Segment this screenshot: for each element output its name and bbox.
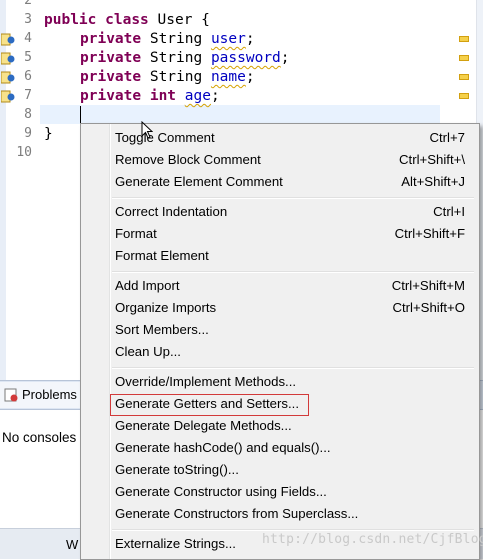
overview-warning-marker[interactable] (459, 55, 469, 61)
menu-item-add-import[interactable]: Add Import Ctrl+Shift+M (81, 275, 479, 297)
text-caret (80, 106, 81, 123)
menu-item-generate-getters-setters[interactable]: Generate Getters and Setters... (81, 393, 479, 415)
menu-item-label: Format (115, 226, 157, 241)
line-number: 8 (24, 107, 32, 122)
status-text: W (66, 537, 79, 552)
tab-problems-label: Problems (22, 387, 77, 402)
overview-warning-marker[interactable] (459, 74, 469, 80)
type-name: String (141, 31, 211, 47)
code-line-field: private int age; (80, 87, 220, 106)
keyword: int (149, 88, 177, 104)
line-number: 3 (24, 12, 32, 27)
type-name: String (141, 69, 211, 85)
menu-item-generate-delegate-methods[interactable]: Generate Delegate Methods... (81, 415, 479, 437)
menu-item-organize-imports[interactable]: Organize Imports Ctrl+Shift+O (81, 297, 479, 319)
menu-item-shortcut: Ctrl+Shift+F (394, 226, 465, 241)
keyword: private (80, 69, 142, 85)
menu-item-label: Generate hashCode() and equals()... (115, 440, 331, 455)
menu-item-shortcut: Ctrl+7 (429, 130, 465, 145)
type-name: String (141, 50, 211, 66)
warning-marker-icon[interactable] (1, 71, 15, 84)
warning-marker-icon[interactable] (1, 33, 15, 46)
menu-item-format[interactable]: Format Ctrl+Shift+F (81, 223, 479, 245)
field-name: user (210, 31, 246, 47)
menu-item-label: Add Import (115, 278, 180, 293)
keyword: class (105, 12, 149, 28)
menu-item-generate-tostring[interactable]: Generate toString()... (81, 459, 479, 481)
class-name: User { (148, 12, 210, 28)
semicolon: ; (210, 88, 220, 104)
warning-marker-icon[interactable] (1, 52, 15, 65)
menu-item-shortcut: Alt+Shift+J (401, 174, 465, 189)
console-empty-message: No consoles t (2, 430, 84, 445)
menu-item-label: Organize Imports (115, 300, 217, 315)
problems-icon (4, 388, 18, 402)
menu-item-label: Sort Members... (115, 322, 209, 337)
menu-item-generate-constructor-fields[interactable]: Generate Constructor using Fields... (81, 481, 479, 503)
menu-item-label: Override/Implement Methods... (115, 374, 297, 389)
menu-item-label: Clean Up... (115, 344, 181, 359)
overview-warning-marker[interactable] (459, 93, 469, 99)
menu-item-format-element[interactable]: Format Element (81, 245, 479, 267)
menu-item-label: Externalize Strings... (115, 536, 236, 551)
line-number: 2 (24, 0, 32, 8)
menu-item-generate-hashcode-equals[interactable]: Generate hashCode() and equals()... (81, 437, 479, 459)
menu-separator (112, 197, 474, 199)
menu-item-correct-indentation[interactable]: Correct Indentation Ctrl+I (81, 201, 479, 223)
menu-item-shortcut: Ctrl+Shift+O (392, 300, 465, 315)
tab-problems[interactable]: Problems (0, 382, 87, 408)
menu-item-shortcut: Ctrl+I (433, 204, 465, 219)
keyword: private (80, 31, 142, 47)
menu-item-label: Generate Element Comment (115, 174, 283, 189)
menu-separator (112, 529, 474, 531)
warning-marker-icon[interactable] (1, 90, 15, 103)
menu-item-label: Format Element (115, 248, 209, 263)
menu-separator (112, 367, 474, 369)
menu-item-generate-element-comment[interactable]: Generate Element Comment Alt+Shift+J (81, 171, 479, 193)
menu-item-label: Generate toString()... (115, 462, 239, 477)
menu-item-label: Generate Delegate Methods... (115, 418, 292, 433)
overview-warning-marker[interactable] (459, 36, 469, 42)
menu-item-clean-up[interactable]: Clean Up... (81, 341, 479, 363)
code-line-field: private String name; (80, 68, 255, 87)
context-menu[interactable]: Toggle Comment Ctrl+7 Remove Block Commen… (80, 123, 480, 560)
keyword: public (44, 12, 97, 28)
code-line-close-brace: } (44, 126, 53, 142)
mouse-cursor-icon (141, 121, 153, 139)
menu-item-remove-block-comment[interactable]: Remove Block Comment Ctrl+Shift+\ (81, 149, 479, 171)
code-line-field: private String user; (80, 30, 255, 49)
semicolon: ; (245, 31, 255, 47)
line-number: 9 (24, 126, 32, 141)
menu-item-label: Correct Indentation (115, 204, 228, 219)
current-line-highlight (40, 105, 440, 124)
line-number: 10 (16, 145, 32, 160)
field-name: name (210, 69, 246, 85)
menu-item-shortcut: Ctrl+Shift+\ (399, 152, 465, 167)
keyword: private (80, 88, 142, 104)
watermark: http://blog.csdn.net/CjfBlog (262, 532, 483, 547)
menu-separator (112, 271, 474, 273)
field-name: age (184, 88, 211, 104)
menu-item-label: Generate Getters and Setters... (115, 396, 299, 411)
menu-item-override-implement-methods[interactable]: Override/Implement Methods... (81, 371, 479, 393)
menu-item-generate-constructors-superclass[interactable]: Generate Constructors from Superclass... (81, 503, 479, 525)
menu-item-sort-members[interactable]: Sort Members... (81, 319, 479, 341)
semicolon: ; (280, 50, 290, 66)
menu-item-label: Remove Block Comment (115, 152, 261, 167)
menu-item-label: Generate Constructor using Fields... (115, 484, 327, 499)
menu-item-shortcut: Ctrl+Shift+M (391, 278, 465, 293)
field-name: password (210, 50, 281, 66)
semicolon: ; (245, 69, 255, 85)
code-line-field: private String password; (80, 49, 290, 68)
menu-item-label: Generate Constructors from Superclass... (115, 506, 359, 521)
keyword: private (80, 50, 142, 66)
code-line-class-declaration: public class User { (44, 11, 210, 30)
menu-item-label: Toggle Comment (115, 130, 215, 145)
